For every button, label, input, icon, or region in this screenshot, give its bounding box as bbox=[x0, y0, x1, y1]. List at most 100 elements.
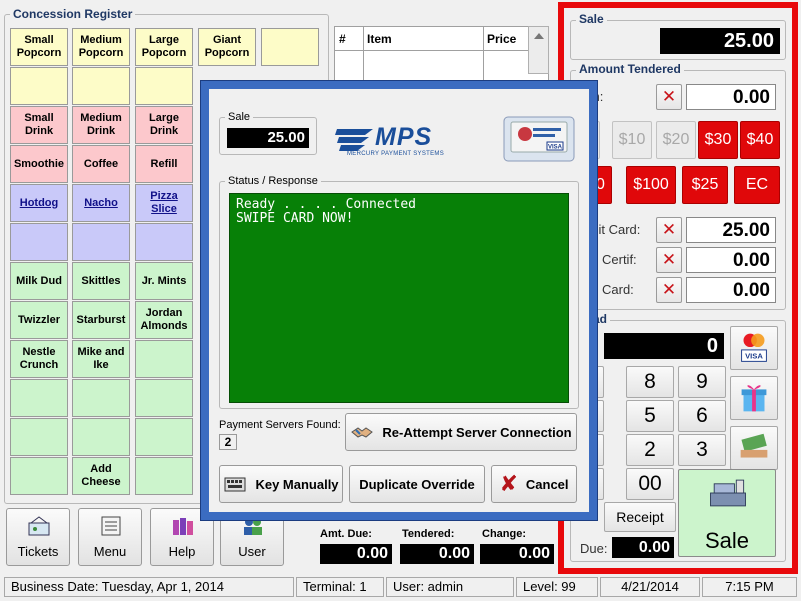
tile-jr-mints[interactable]: Jr. Mints bbox=[135, 262, 193, 300]
clear-card-button[interactable]: ✕ bbox=[656, 277, 682, 303]
tile-smoothie[interactable]: Smoothie bbox=[10, 145, 68, 183]
bill-20-button[interactable]: $20 bbox=[656, 121, 696, 159]
duplicate-override-button[interactable]: Duplicate Override bbox=[349, 465, 485, 503]
tile-empty[interactable] bbox=[135, 379, 193, 417]
col-divider bbox=[363, 27, 364, 87]
tile-medium-drink[interactable]: Medium Drink bbox=[72, 106, 130, 144]
tile-refill[interactable]: Refill bbox=[135, 145, 193, 183]
status-console: Ready . . . . Connected SWIPE CARD NOW! bbox=[229, 193, 569, 403]
tickets-button[interactable]: Tickets bbox=[6, 508, 70, 566]
cash-field[interactable]: 0.00 bbox=[686, 84, 776, 110]
credit-card-icon: VISA bbox=[503, 116, 575, 162]
due-value: 0.00 bbox=[612, 537, 674, 558]
tile-empty[interactable] bbox=[10, 457, 68, 495]
tile-empty[interactable] bbox=[135, 340, 193, 378]
tile-medium-popcorn[interactable]: Medium Popcorn bbox=[72, 28, 130, 66]
user-label: User bbox=[238, 544, 266, 559]
tile-empty[interactable] bbox=[135, 67, 193, 105]
tile-empty[interactable] bbox=[72, 223, 130, 261]
tile-large-drink[interactable]: Large Drink bbox=[135, 106, 193, 144]
tile-empty[interactable] bbox=[135, 418, 193, 456]
status-line-swipe: SWIPE CARD NOW! bbox=[236, 211, 354, 226]
amount-tendered-label: Amount Tendered bbox=[576, 62, 684, 76]
tile-starburst[interactable]: Starburst bbox=[72, 301, 130, 339]
tile-empty[interactable] bbox=[135, 223, 193, 261]
scroll-up-icon[interactable] bbox=[533, 33, 544, 39]
key-2[interactable]: 2 bbox=[626, 434, 674, 466]
tendered-label: Tendered: bbox=[402, 528, 455, 540]
tile-empty[interactable] bbox=[135, 457, 193, 495]
gift-card-field[interactable]: 0.00 bbox=[686, 277, 776, 303]
tile-hotdog[interactable]: Hotdog bbox=[10, 184, 68, 222]
sale-label: Sale bbox=[576, 12, 607, 26]
tile-add-cheese[interactable]: Add Cheese bbox=[72, 457, 130, 495]
tile-small-drink[interactable]: Small Drink bbox=[10, 106, 68, 144]
mps-logo-text: MPS bbox=[375, 123, 433, 151]
cancel-x-icon: ✘ bbox=[499, 471, 518, 496]
tile-empty[interactable] bbox=[261, 28, 319, 66]
key-3[interactable]: 3 bbox=[678, 434, 726, 466]
credit-card-tender-button[interactable]: VISA bbox=[730, 326, 778, 370]
dialog-body: Sale 25.00 MPS MERCURY PAYMENT SYSTEMS V… bbox=[209, 89, 589, 512]
tile-pizza-slice[interactable]: Pizza Slice bbox=[135, 184, 193, 222]
ec-button[interactable]: EC bbox=[734, 166, 780, 204]
tickets-icon bbox=[28, 516, 50, 536]
certificate-tender-button[interactable] bbox=[730, 426, 778, 470]
cash-hand-icon bbox=[740, 433, 768, 458]
tile-empty[interactable] bbox=[72, 67, 130, 105]
status-level: Level: 99 bbox=[516, 577, 598, 597]
tile-skittles[interactable]: Skittles bbox=[72, 262, 130, 300]
key-manually-button[interactable]: Key Manually bbox=[219, 465, 343, 503]
mastercard-visa-icon: VISA bbox=[741, 333, 767, 362]
receipt-button[interactable]: Receipt bbox=[604, 502, 676, 532]
tile-giant-popcorn[interactable]: Giant Popcorn bbox=[198, 28, 256, 66]
tile-milk-dud[interactable]: Milk Dud bbox=[10, 262, 68, 300]
key-00[interactable]: 00 bbox=[626, 468, 674, 500]
clear-certif-button[interactable]: ✕ bbox=[656, 247, 682, 273]
tile-empty[interactable] bbox=[72, 379, 130, 417]
key-9[interactable]: 9 bbox=[678, 366, 726, 398]
tickets-label: Tickets bbox=[17, 544, 59, 559]
bill-100-button[interactable]: $100 bbox=[626, 166, 676, 204]
keypad-display: 0 bbox=[604, 333, 724, 359]
key-5[interactable]: 5 bbox=[626, 400, 674, 432]
gift-certif-field[interactable]: 0.00 bbox=[686, 247, 776, 273]
tile-empty[interactable] bbox=[10, 223, 68, 261]
clear-cash-button[interactable]: ✕ bbox=[656, 84, 682, 110]
gift-tender-button[interactable] bbox=[730, 376, 778, 420]
tile-nestle-crunch[interactable]: Nestle Crunch bbox=[10, 340, 68, 378]
key-6[interactable]: 6 bbox=[678, 400, 726, 432]
menu-button[interactable]: Menu bbox=[78, 508, 142, 566]
sale-total-display: 25.00 bbox=[660, 28, 780, 54]
bill-40-button[interactable]: $40 bbox=[740, 121, 780, 159]
status-response-label: Status / Response bbox=[225, 175, 321, 187]
status-time: 7:15 PM bbox=[702, 577, 797, 597]
tile-nacho[interactable]: Nacho bbox=[72, 184, 130, 222]
tile-empty[interactable] bbox=[10, 67, 68, 105]
tile-coffee[interactable]: Coffee bbox=[72, 145, 130, 183]
tile-mike-and-ike[interactable]: Mike and Ike bbox=[72, 340, 130, 378]
cancel-button[interactable]: ✘ Cancel bbox=[491, 465, 577, 503]
svg-text:VISA: VISA bbox=[745, 352, 763, 361]
bill-10-button[interactable]: $10 bbox=[612, 121, 652, 159]
due-label: Due: bbox=[580, 541, 608, 556]
tile-empty[interactable] bbox=[10, 418, 68, 456]
amt-due-label: Amt. Due: bbox=[320, 528, 372, 540]
reattempt-connection-button[interactable]: Re-Attempt Server Connection bbox=[345, 413, 577, 451]
bill-30-button[interactable]: $30 bbox=[698, 121, 738, 159]
tile-large-popcorn[interactable]: Large Popcorn bbox=[135, 28, 193, 66]
item-grid-scrollbar[interactable] bbox=[528, 26, 549, 74]
concession-title: Concession Register bbox=[10, 7, 136, 21]
status-line-connected: Ready . . . . Connected bbox=[236, 197, 417, 212]
tile-small-popcorn[interactable]: Small Popcorn bbox=[10, 28, 68, 66]
bill-25-button[interactable]: $25 bbox=[682, 166, 728, 204]
key-8[interactable]: 8 bbox=[626, 366, 674, 398]
tile-twizzler[interactable]: Twizzler bbox=[10, 301, 68, 339]
tile-empty[interactable] bbox=[10, 379, 68, 417]
clear-credit-button[interactable]: ✕ bbox=[656, 217, 682, 243]
status-terminal: Terminal: 1 bbox=[296, 577, 384, 597]
sale-button[interactable]: Sale bbox=[678, 469, 776, 557]
tile-empty[interactable] bbox=[72, 418, 130, 456]
tile-jordan-almonds[interactable]: Jordan Almonds bbox=[135, 301, 193, 339]
credit-card-field[interactable]: 25.00 bbox=[686, 217, 776, 243]
